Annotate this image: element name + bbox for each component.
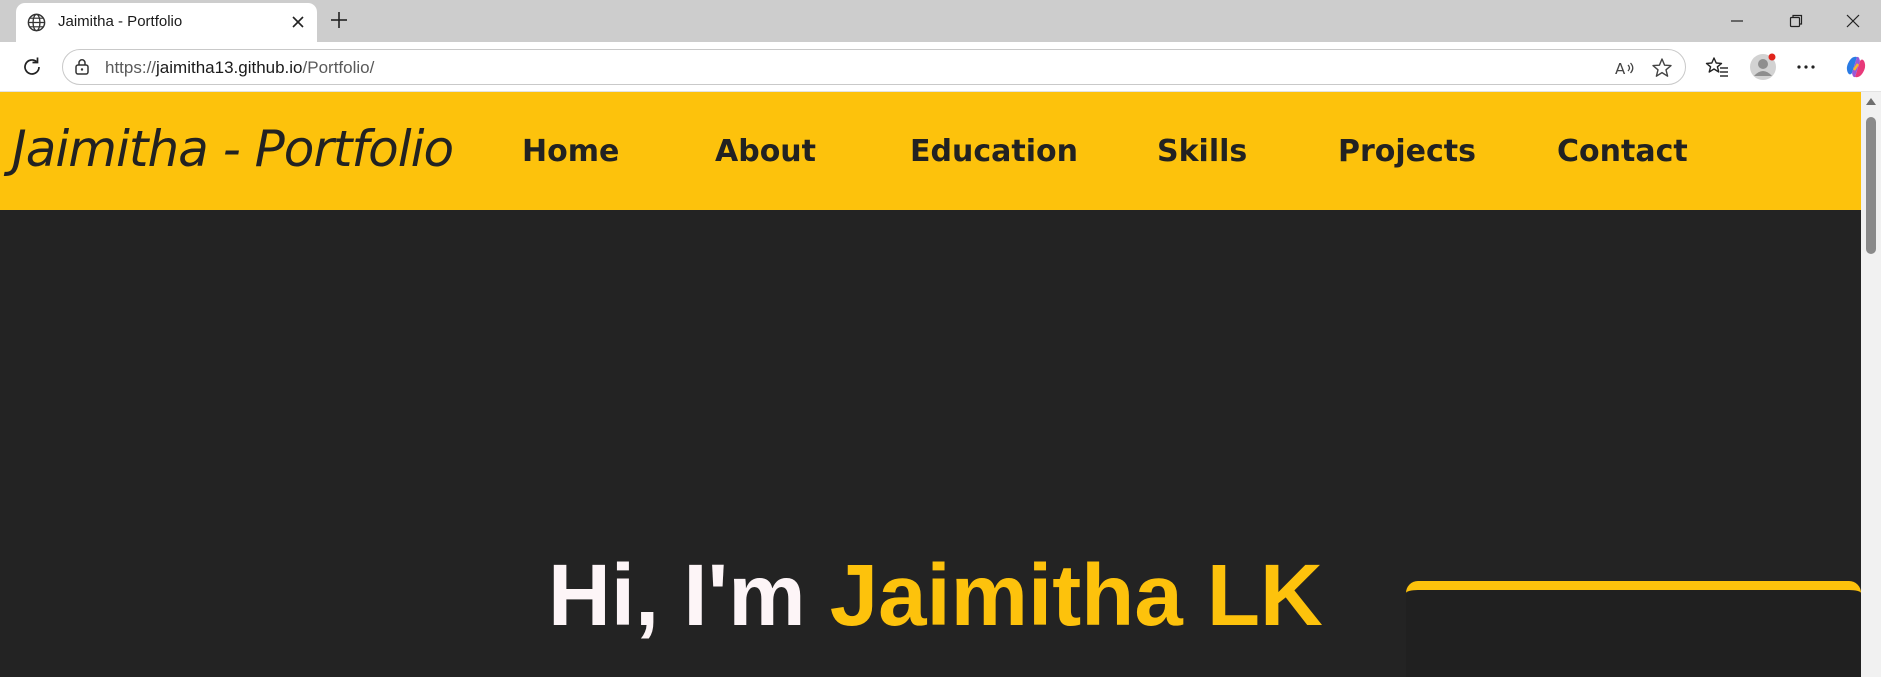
nav-projects[interactable]: Projects [1338, 134, 1476, 169]
url-domain: jaimitha13.github.io [156, 58, 303, 77]
site-brand[interactable]: Jaimitha - Portfolio [12, 120, 454, 178]
nav-skills[interactable]: Skills [1157, 134, 1247, 169]
nav-home[interactable]: Home [522, 134, 619, 169]
floating-widget-panel[interactable] [1406, 581, 1861, 677]
page-scrollbar[interactable] [1861, 92, 1881, 677]
globe-icon [27, 13, 46, 32]
address-bar[interactable]: https://jaimitha13.github.io/Portfolio/ … [62, 49, 1686, 85]
refresh-icon[interactable] [19, 54, 45, 80]
nav-contact[interactable]: Contact [1557, 134, 1688, 169]
scroll-up-arrow-icon[interactable] [1866, 98, 1876, 105]
plus-icon[interactable] [326, 7, 352, 33]
browser-tab[interactable]: Jaimitha - Portfolio [16, 3, 317, 42]
hero-greeting: Hi, I'm [548, 547, 830, 644]
profile-avatar[interactable] [1749, 53, 1777, 81]
favorite-star-icon[interactable] [1650, 56, 1674, 80]
hero-heading: Hi, I'm Jaimitha LK [548, 552, 1323, 639]
read-aloud-icon[interactable]: A [1613, 56, 1637, 80]
browser-toolbar: https://jaimitha13.github.io/Portfolio/ … [0, 42, 1881, 92]
tab-title: Jaimitha - Portfolio [58, 13, 183, 30]
scrollbar-thumb[interactable] [1866, 117, 1876, 254]
minimize-icon[interactable] [1724, 8, 1750, 34]
url-path: /Portfolio/ [302, 58, 375, 77]
restore-icon[interactable] [1783, 8, 1809, 34]
more-menu-icon[interactable] [1793, 54, 1819, 80]
nav-education[interactable]: Education [910, 134, 1078, 169]
url-text[interactable]: https://jaimitha13.github.io/Portfolio/ [105, 58, 374, 78]
page-viewport: Jaimitha - Portfolio Home About Educatio… [0, 92, 1861, 677]
url-prefix: https:// [105, 58, 157, 77]
svg-text:A: A [1615, 60, 1626, 78]
site-header: Jaimitha - Portfolio Home About Educatio… [0, 92, 1861, 210]
close-icon[interactable] [287, 11, 309, 33]
copilot-icon[interactable] [1842, 53, 1870, 81]
lock-icon[interactable] [71, 56, 93, 78]
hero-name: Jaimitha LK [829, 547, 1323, 644]
favorites-icon[interactable] [1704, 54, 1730, 80]
close-window-icon[interactable] [1840, 8, 1866, 34]
tab-strip: Jaimitha - Portfolio [0, 0, 1881, 42]
nav-about[interactable]: About [715, 134, 816, 169]
